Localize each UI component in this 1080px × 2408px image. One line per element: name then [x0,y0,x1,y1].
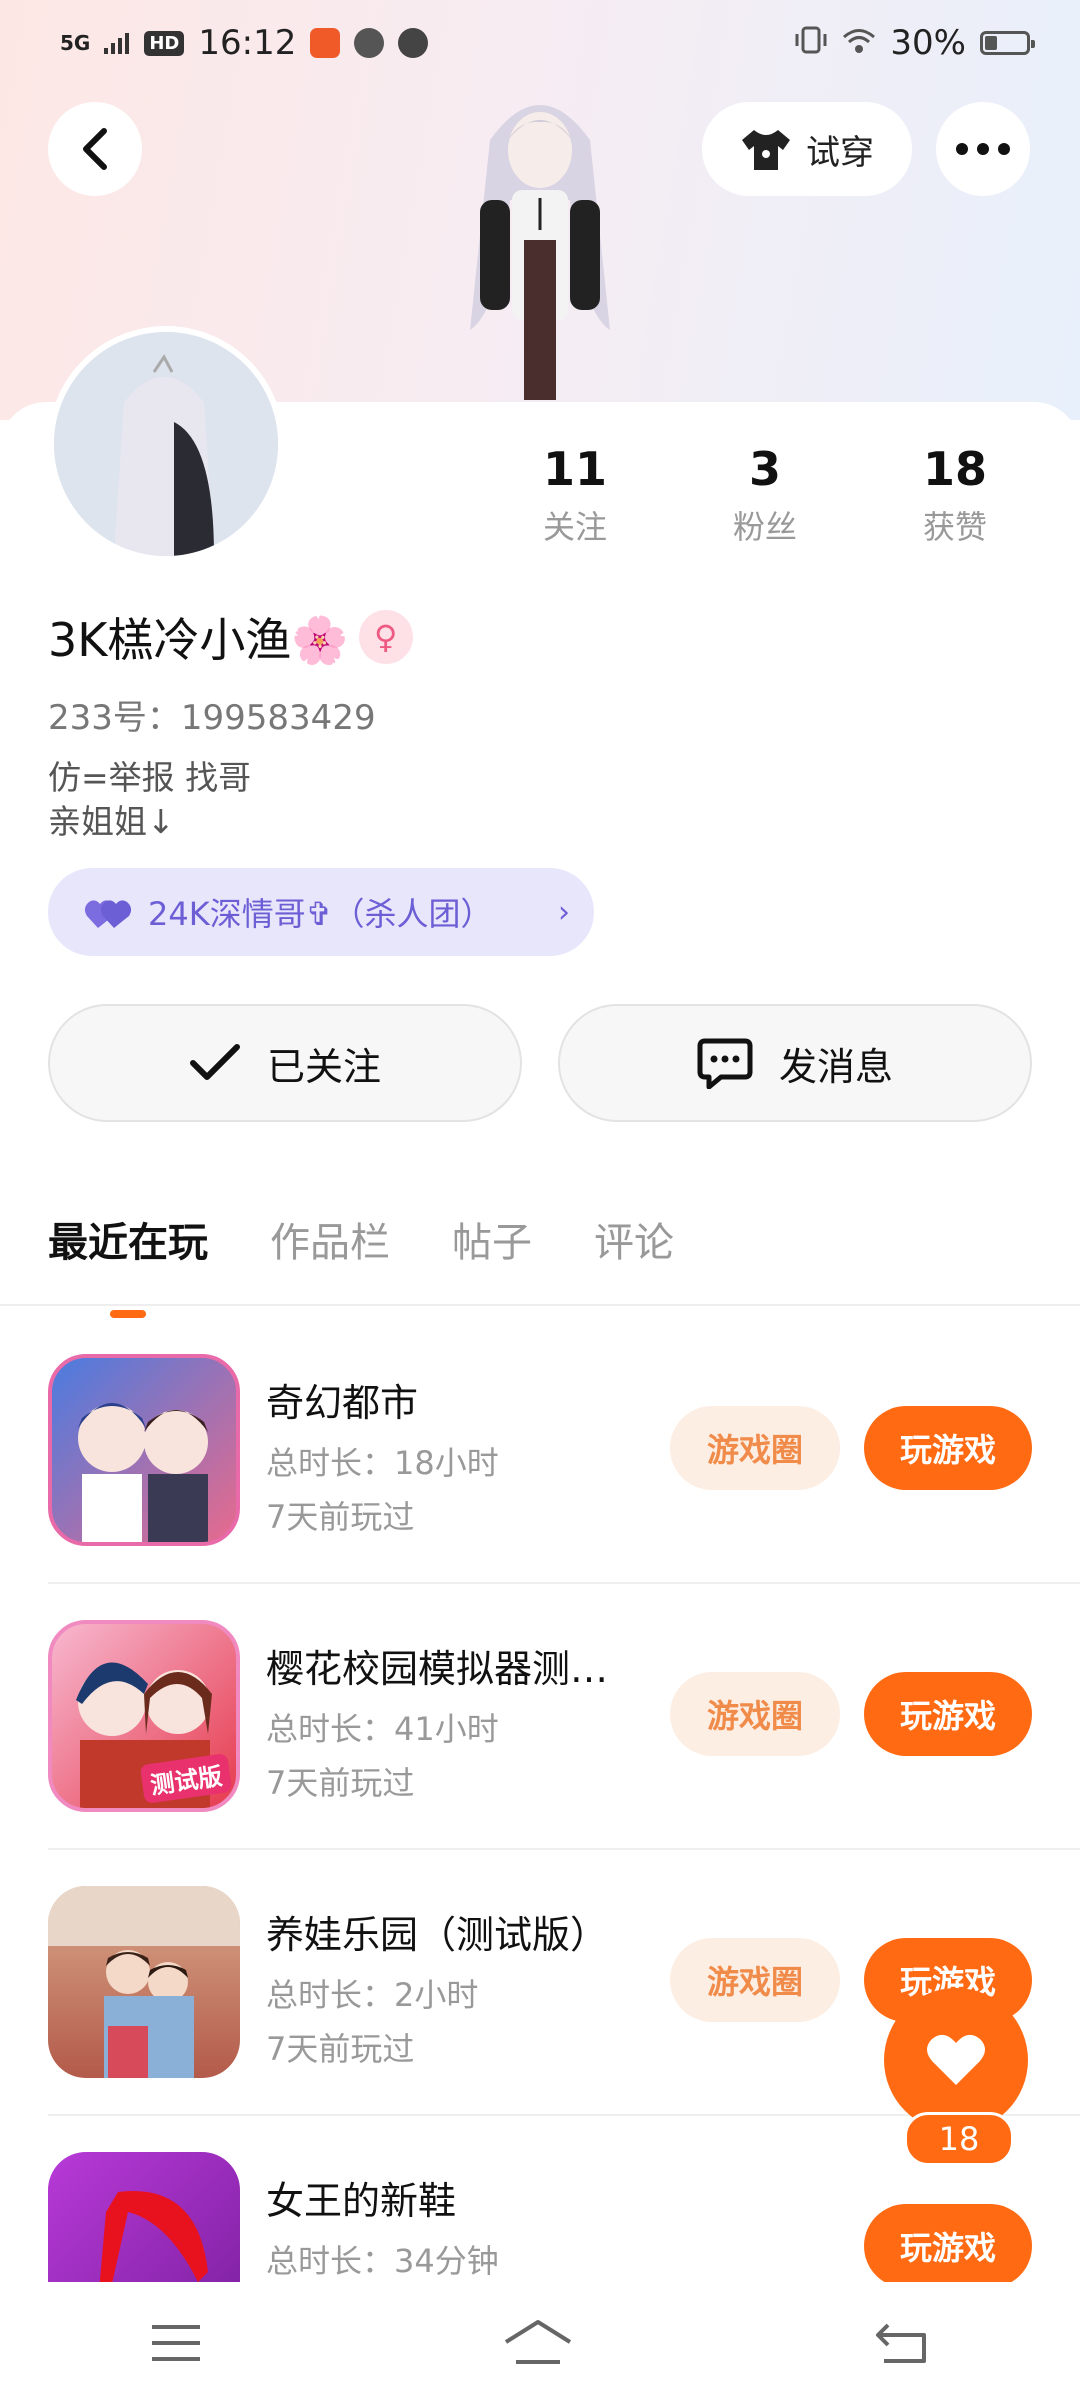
send-message-label: 发消息 [778,1044,893,1089]
game-icon [48,1354,240,1546]
chevron-left-icon [83,128,107,170]
like-fab-button[interactable] [884,1988,1028,2132]
play-notification-icon [398,28,429,58]
tabs-divider [0,1304,1080,1306]
followed-label: 已关注 [266,1044,381,1089]
check-icon [189,1044,240,1080]
bio-line: 仿=举报 找哥 [48,758,252,797]
stat-label: 粉丝 [732,508,797,546]
clock: 16:12 [198,23,297,63]
network-indicator: 5G [60,31,91,55]
signal-icon [104,23,130,63]
game-icon [48,1886,240,2078]
game-circle-button[interactable]: 游戏圈 [670,1938,840,2022]
list-divider [48,1848,1080,1850]
like-count-badge: 18 [904,2112,1014,2166]
tshirt-icon [742,130,790,170]
game-duration: 总时长：18小时 [266,1444,499,1482]
guild-name: 24K深情哥✞（杀人团） [148,895,493,933]
stat-label: 获赞 [922,508,987,546]
game-icon-art [48,1886,240,2078]
list-divider [48,1582,1080,1584]
tab-comments[interactable]: 评论 [594,1210,674,1268]
user-bio: 仿=举报 找哥 亲姐姐↓ [48,756,251,844]
stat-likes[interactable]: 18 获赞 [860,442,1050,548]
game-duration: 总时长：41小时 [266,1710,499,1748]
profile-stats: 11 关注 3 粉丝 18 获赞 [480,442,1050,548]
more-dots-icon [956,143,1010,155]
game-icon: 测试版 [48,1620,240,1812]
status-bar: 5G HD 16:12 30% [0,0,1080,86]
bio-line: 亲姐姐↓ [48,802,175,841]
play-game-button[interactable]: 玩游戏 [864,2204,1032,2288]
game-circle-button[interactable]: 游戏圈 [670,1672,840,1756]
game-list-item[interactable]: 奇幻都市 总时长：18小时 7天前玩过 游戏圈 玩游戏 [48,1354,1032,1550]
game-title: 奇幻都市 [266,1381,419,1425]
vibrate-icon [794,23,828,63]
stat-number: 11 [542,442,607,496]
more-button[interactable] [936,102,1030,196]
tab-posts[interactable]: 帖子 [452,1210,532,1268]
menu-icon[interactable] [150,2323,202,2367]
game-last-played: 7天前玩过 [266,1764,415,1802]
user-id: 233号：199583429 [48,698,376,738]
play-game-button[interactable]: 玩游戏 [864,1672,1032,1756]
game-icon-art [78,1403,208,1542]
back-button[interactable] [48,102,142,196]
try-on-label: 试穿 [806,132,874,173]
heart-icon [927,2034,985,2085]
stat-number: 3 [748,442,781,496]
game-list-item[interactable]: 测试版 樱花校园模拟器测… 总时长：41小时 7天前玩过 游戏圈 玩游戏 [48,1620,1032,1816]
game-duration: 总时长：2小时 [266,1976,479,2014]
wifi-icon [842,23,876,63]
guild-badge[interactable]: 24K深情哥✞（杀人团） › [48,868,594,956]
play-game-button[interactable]: 玩游戏 [864,1406,1032,1490]
app-notification-icon [310,28,341,58]
battery-icon [980,31,1035,55]
app-notification-icon [354,28,385,58]
tab-recent-playing[interactable]: 最近在玩 [48,1210,208,1318]
game-circle-button[interactable]: 游戏圈 [670,1406,840,1490]
username-row: 3K榚冷小渔🌸 ♀ [48,604,413,670]
game-last-played: 7天前玩过 [266,1498,415,1536]
double-heart-icon [84,900,132,928]
gender-female-icon: ♀ [358,610,413,664]
chevron-right-icon: › [558,894,570,930]
avatar-image [54,332,278,556]
home-icon[interactable] [502,2318,574,2372]
stat-number: 18 [922,442,987,496]
system-nav-bar [0,2282,1080,2408]
tab-works[interactable]: 作品栏 [270,1210,390,1268]
send-message-button[interactable]: 发消息 [558,1004,1032,1122]
profile-tabs: 最近在玩 作品栏 帖子 评论 [48,1210,674,1318]
battery-percent: 30% [890,23,966,63]
avatar-character-illustration [470,105,610,400]
stat-following[interactable]: 11 关注 [480,442,670,548]
username: 3K榚冷小渔🌸 [48,613,349,667]
try-on-button[interactable]: 试穿 [702,102,912,196]
game-title: 养娃乐园（测试版） [266,1913,609,1957]
followed-button[interactable]: 已关注 [48,1004,522,1122]
hd-badge: HD [144,30,185,56]
avatar[interactable] [48,326,284,562]
stat-fans[interactable]: 3 粉丝 [670,442,860,548]
game-duration: 总时长：34分钟 [266,2242,499,2280]
game-title: 女王的新鞋 [266,2179,457,2223]
game-last-played: 7天前玩过 [266,2030,415,2068]
game-title: 樱花校园模拟器测… [266,1647,609,1691]
chat-bubble-icon [697,1038,753,1089]
back-nav-icon[interactable] [874,2321,930,2369]
stat-label: 关注 [542,508,607,546]
